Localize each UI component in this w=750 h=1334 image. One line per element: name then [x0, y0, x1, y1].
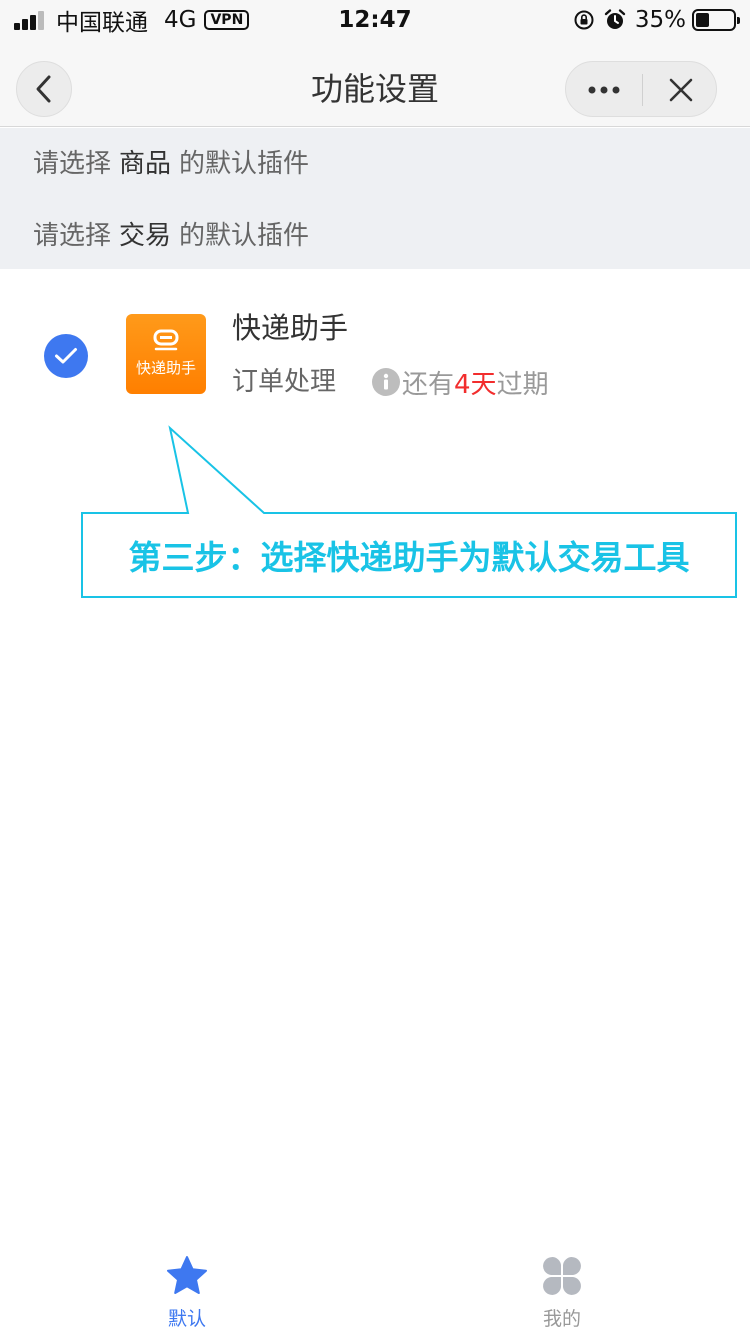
status-right: 35% [573, 6, 740, 34]
nav-bar: 功能设置 [0, 40, 750, 127]
close-button[interactable] [643, 62, 718, 118]
express-logo-icon [153, 329, 179, 351]
info-icon [372, 368, 400, 396]
more-button[interactable] [566, 62, 642, 118]
prompt-prefix: 请选择 [33, 149, 112, 179]
annotation-text: 第三步：选择快递助手为默认交易工具 [128, 538, 690, 577]
tab-mine-label: 我的 [542, 1308, 581, 1330]
prompt-prefix: 请选择 [33, 221, 112, 251]
tab-default[interactable]: 默认 [127, 1254, 247, 1332]
tab-mine[interactable]: 我的 [502, 1254, 622, 1332]
expiry-days: 4天 [454, 369, 497, 400]
prompt-trade[interactable]: 请选择 交易 的默认插件 [33, 218, 309, 254]
tab-default-label: 默认 [167, 1308, 206, 1330]
capsule-menu [565, 61, 717, 117]
plugin-name: 快递助手 [232, 311, 349, 345]
battery-percent: 35% [634, 7, 686, 33]
prompt-keyword: 交易 [119, 221, 172, 251]
grid-icon [543, 1257, 581, 1295]
more-dots-icon [588, 86, 620, 94]
star-icon [167, 1256, 207, 1294]
plugin-app-icon: 快递助手 [126, 314, 206, 394]
checkmark-icon [55, 348, 77, 364]
expiry-notice: 还有 4天 过期 [372, 364, 549, 400]
prompt-suffix: 的默认插件 [179, 149, 310, 179]
tab-bar: 默认 我的 [0, 1240, 750, 1334]
plugin-item[interactable]: 快递助手 快递助手 订单处理 还有 4天 过期 [0, 280, 750, 410]
prompt-goods[interactable]: 请选择 商品 的默认插件 [33, 146, 309, 182]
app-icon-label: 快递助手 [135, 359, 196, 377]
expiry-prefix: 还有 [402, 369, 455, 400]
alarm-icon [604, 9, 626, 29]
rotation-lock-icon [574, 10, 594, 30]
selected-checkbox[interactable] [44, 334, 88, 378]
category-prompts: 请选择 商品 的默认插件 请选择 交易 的默认插件 [0, 128, 750, 269]
prompt-keyword: 商品 [119, 149, 172, 179]
battery-fill [696, 13, 709, 27]
close-icon [669, 78, 692, 102]
plugin-description: 订单处理 [232, 367, 337, 397]
status-bar: 中国联通 4G VPN 12:47 35% [0, 0, 750, 40]
battery-icon [692, 9, 740, 31]
prompt-suffix: 的默认插件 [179, 221, 310, 251]
expiry-suffix: 过期 [496, 369, 549, 400]
